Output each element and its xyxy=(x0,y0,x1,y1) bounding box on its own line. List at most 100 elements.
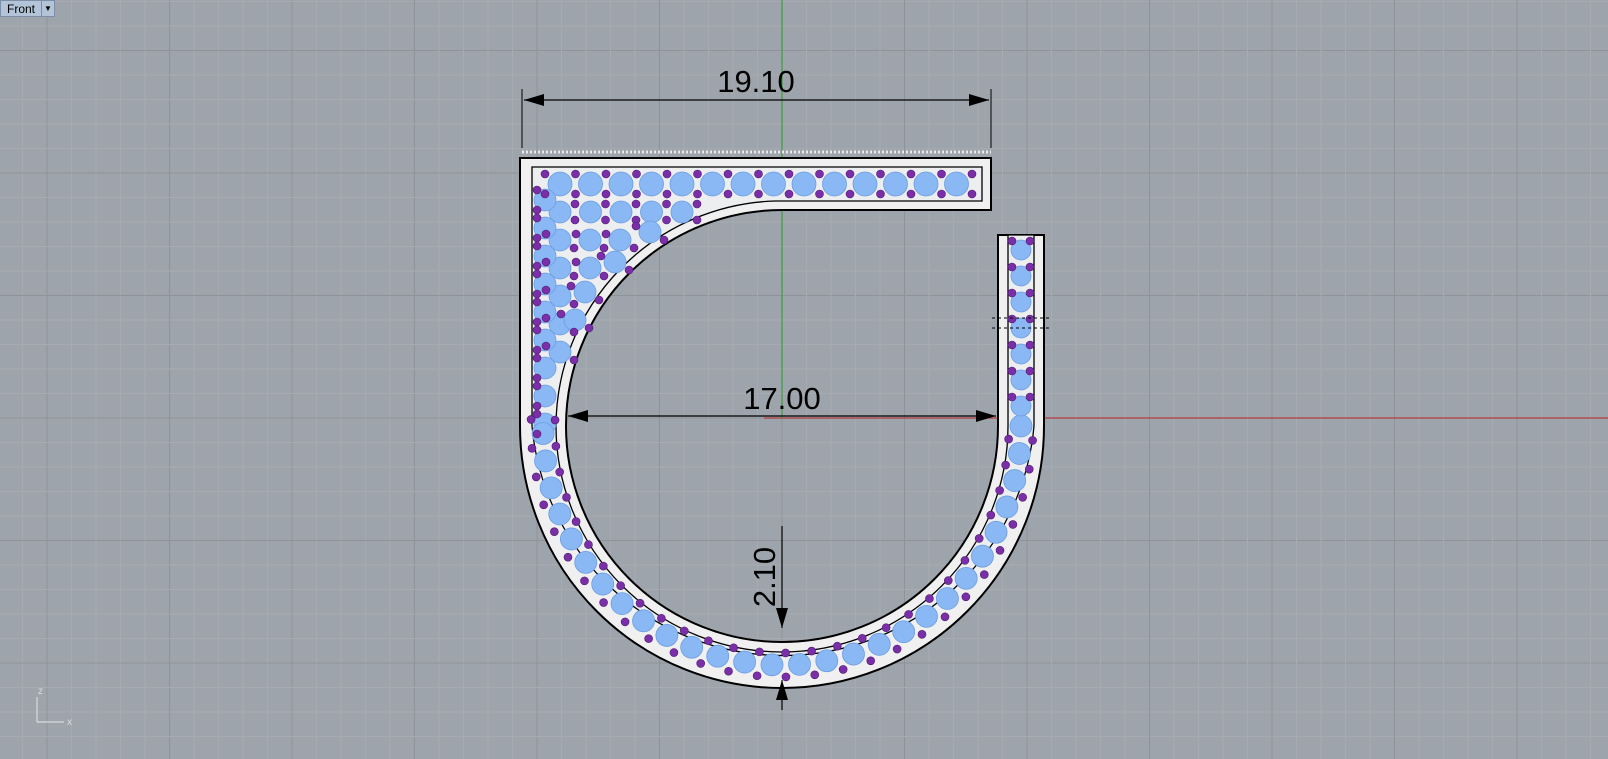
stone xyxy=(1008,442,1031,465)
dimension-inner-diameter-label: 17.00 xyxy=(743,381,821,416)
accent-stone xyxy=(541,313,551,323)
accent-stone xyxy=(601,169,611,179)
accent-stone xyxy=(632,189,641,199)
accent-stone xyxy=(1025,392,1035,402)
accent-stone xyxy=(892,644,902,654)
accent-stone xyxy=(781,648,790,658)
accent-stone xyxy=(662,189,672,199)
accent-stone xyxy=(662,199,671,209)
stone xyxy=(563,308,587,332)
accent-stone xyxy=(876,169,885,179)
dimension-top-width[interactable]: 19.10 xyxy=(521,64,992,148)
viewport-name[interactable]: Front xyxy=(0,0,42,17)
accent-stone xyxy=(532,269,542,279)
accent-stone xyxy=(631,199,641,209)
stone xyxy=(591,572,615,596)
ring-model[interactable] xyxy=(519,150,1050,689)
accent-stone xyxy=(754,169,763,179)
accent-stone xyxy=(571,229,581,239)
accent-stone xyxy=(532,353,542,363)
accent-stone xyxy=(937,189,946,199)
accent-stone xyxy=(1025,366,1035,376)
accent-stone xyxy=(755,647,764,657)
accent-stone xyxy=(659,235,669,245)
axes-icon-x-label: x xyxy=(67,717,72,728)
accent-stone xyxy=(833,641,842,651)
front-viewport[interactable]: 19.10 17.00 2.10 z x Front ▼ xyxy=(0,0,1608,759)
accent-stone xyxy=(632,169,641,179)
accent-stone xyxy=(541,341,551,351)
viewport-canvas[interactable]: 19.10 17.00 2.10 z x xyxy=(0,0,1608,759)
stone xyxy=(640,200,663,224)
accent-stone xyxy=(599,598,608,607)
stone xyxy=(984,520,1008,544)
stone xyxy=(608,171,634,197)
accent-stone xyxy=(960,556,970,565)
accent-stone xyxy=(541,257,551,267)
accent-stone xyxy=(723,189,733,199)
accent-stone xyxy=(620,617,630,627)
accent-stone xyxy=(815,189,824,199)
stone xyxy=(788,652,811,676)
accent-stone xyxy=(569,243,579,253)
arrowhead-right xyxy=(969,94,989,106)
axes-icon-z-label: z xyxy=(38,686,43,697)
stone xyxy=(1009,414,1033,438)
accent-stone xyxy=(532,373,542,383)
accent-stone xyxy=(974,534,984,543)
stone xyxy=(944,171,969,197)
stone xyxy=(578,228,602,252)
stone xyxy=(632,609,655,633)
accent-stone xyxy=(1007,262,1017,272)
arrowhead-left xyxy=(524,94,544,106)
viewport-menu-arrow-icon[interactable]: ▼ xyxy=(41,0,56,17)
accent-stone xyxy=(532,345,542,355)
viewport-title-tab[interactable]: Front ▼ xyxy=(0,0,56,17)
accent-stone xyxy=(550,527,559,536)
stone xyxy=(842,642,865,666)
accent-stone xyxy=(532,325,542,335)
stone xyxy=(730,171,756,197)
accent-stone xyxy=(967,169,977,179)
accent-stone xyxy=(1007,288,1017,298)
arrowhead-top xyxy=(776,608,788,628)
accent-stone xyxy=(532,233,542,243)
accent-stone xyxy=(571,517,581,526)
accent-stone xyxy=(881,623,891,633)
accent-stone xyxy=(1007,392,1017,402)
stone xyxy=(669,171,695,197)
accent-stone xyxy=(1007,314,1017,324)
accent-stone xyxy=(556,309,566,319)
accent-stone xyxy=(925,594,934,603)
accent-stone xyxy=(692,199,702,209)
accent-stone xyxy=(569,355,579,365)
accent-stone xyxy=(967,189,977,199)
accent-stone xyxy=(540,169,550,179)
accent-stone xyxy=(599,561,608,571)
accent-stone xyxy=(550,415,560,425)
dimension-band-thickness-label: 2.10 xyxy=(747,547,782,607)
stone xyxy=(971,544,994,568)
stone xyxy=(610,592,634,616)
accent-stone xyxy=(723,169,733,179)
accent-stone xyxy=(532,317,542,327)
accent-stone xyxy=(704,636,713,646)
accent-stone xyxy=(532,381,542,391)
accent-stone xyxy=(752,671,762,681)
accent-stone xyxy=(584,540,593,549)
dimension-inner-diameter[interactable]: 17.00 xyxy=(568,381,996,422)
accent-stone xyxy=(1025,340,1035,350)
accent-stone xyxy=(584,323,594,333)
accent-stone xyxy=(1007,340,1017,350)
stone xyxy=(579,200,602,224)
stone xyxy=(639,171,664,197)
accent-stone xyxy=(845,169,855,179)
stone xyxy=(548,502,572,526)
accent-stone xyxy=(657,613,666,623)
accent-stone xyxy=(531,472,541,482)
stone xyxy=(733,650,757,674)
accent-stone xyxy=(662,215,671,225)
accent-stone xyxy=(754,189,763,199)
accent-stone xyxy=(937,169,946,179)
accent-stone xyxy=(601,199,610,209)
